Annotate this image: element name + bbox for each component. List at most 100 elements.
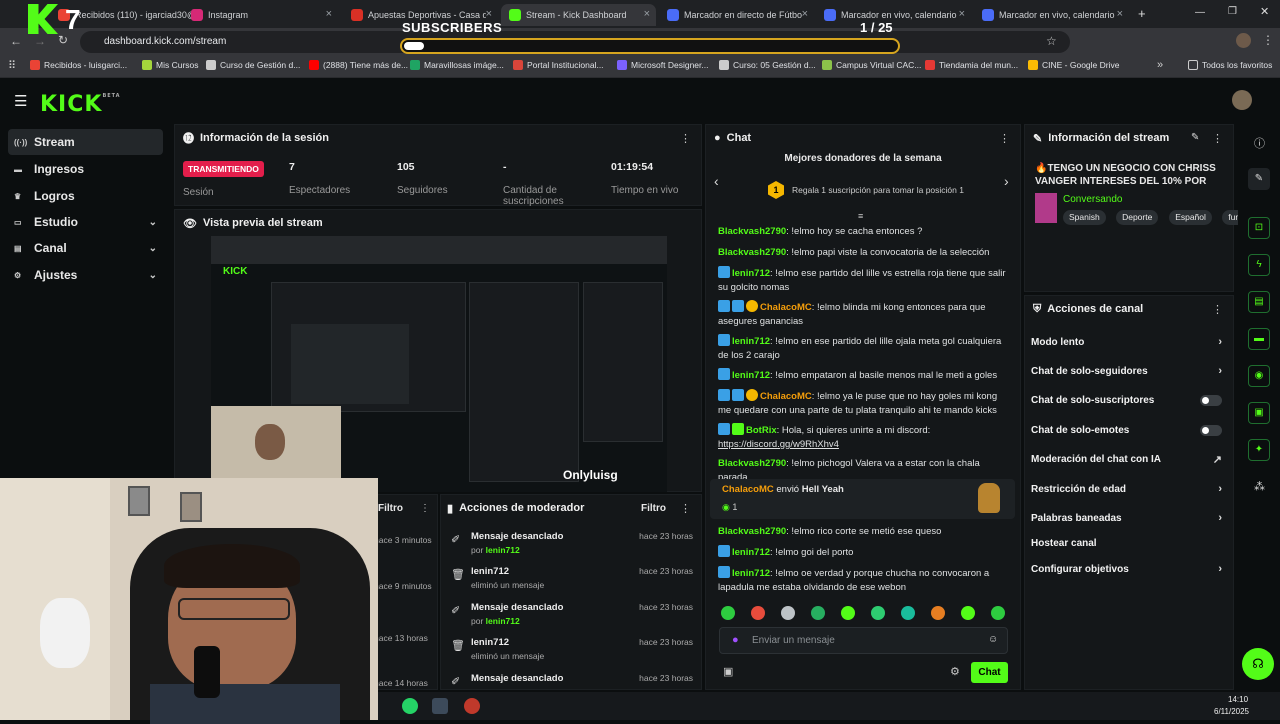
donors-next-icon[interactable]: ›	[1004, 173, 1009, 189]
emote-icon[interactable]	[991, 606, 1005, 620]
edit-pencil-icon[interactable]: ✎	[1191, 132, 1199, 143]
bookmark-item[interactable]: Recibidos - luisgarci...	[30, 60, 127, 70]
chat-username[interactable]: lenin712	[732, 370, 770, 381]
emote-icon[interactable]	[781, 606, 795, 620]
emote-icon[interactable]	[751, 606, 765, 620]
chat-username[interactable]: ChalacoMC	[760, 302, 812, 313]
tab-close-icon[interactable]: ×	[1117, 8, 1123, 20]
emote-icon[interactable]	[721, 606, 735, 620]
channel-action-item[interactable]: Moderación del chat con IA ↗	[1031, 450, 1226, 468]
channel-action-item[interactable]: Restricción de edad ›	[1031, 480, 1226, 498]
chat-username[interactable]: BotRix	[746, 425, 777, 436]
channel-action-item[interactable]: Chat de solo-seguidores ›	[1031, 362, 1226, 380]
sidebar-item-stream[interactable]: ((·)) Stream	[8, 129, 163, 155]
chat-username[interactable]: lenin712	[732, 568, 770, 579]
apps-grid-icon[interactable]: ⠿	[8, 59, 16, 72]
close-window-icon[interactable]: ✕	[1260, 5, 1269, 18]
emote-icon[interactable]	[931, 606, 945, 620]
taskbar-record-icon[interactable]	[464, 698, 480, 714]
browser-tab[interactable]: Marcador en vivo, calendario y ×	[816, 4, 971, 26]
chat-username[interactable]: Blackvash2790	[718, 526, 786, 537]
channel-actions-kebab-icon[interactable]: ⋮	[1212, 303, 1223, 316]
browser-tab[interactable]: Stream - Kick Dashboard ×	[501, 4, 656, 26]
user-avatar[interactable]	[1232, 90, 1252, 110]
rail-wrench-icon[interactable]: ✦	[1248, 439, 1270, 461]
stream-tag[interactable]: Español	[1169, 210, 1212, 225]
bookmark-item[interactable]: Mis Cursos	[142, 60, 199, 70]
moderator-row-user[interactable]: lenin712	[486, 616, 520, 626]
channel-action-item[interactable]: Modo lento ›	[1031, 333, 1226, 351]
all-favorites[interactable]: Todos los favoritos	[1188, 60, 1272, 70]
sidebar-item-ajustes[interactable]: ⚙ Ajustes ⌄	[8, 262, 163, 288]
chat-link[interactable]: https://discord.gg/w9RhXhv4	[718, 439, 839, 450]
gift-box-icon[interactable]: ▣	[723, 665, 733, 678]
emote-icon[interactable]	[811, 606, 825, 620]
category-name[interactable]: Conversando	[1063, 194, 1122, 205]
channel-action-item[interactable]: Chat de solo-suscriptores	[1031, 391, 1226, 409]
rail-broadcast-icon[interactable]: ◉	[1248, 365, 1270, 387]
back-icon[interactable]: ←	[10, 34, 22, 48]
chat-username[interactable]: Blackvash2790	[718, 226, 786, 237]
stream-preview-video[interactable]: KICK Onlyluisg	[211, 236, 667, 492]
rail-chat-icon[interactable]: ▬	[1248, 328, 1270, 350]
rail-info-icon[interactable]: ⓘ	[1254, 135, 1265, 151]
whatsapp-icon[interactable]	[402, 698, 418, 714]
toggle-switch[interactable]	[1200, 394, 1222, 406]
scroll-pin-icon[interactable]: ≡	[858, 211, 863, 221]
bookmark-item[interactable]: Curso de Gestión d...	[206, 60, 300, 70]
bookmark-item[interactable]: Curso: 05 Gestión d...	[719, 60, 816, 70]
chat-send-button[interactable]: Chat	[971, 662, 1008, 683]
tab-close-icon[interactable]: ×	[486, 8, 492, 20]
moderator-kebab-icon[interactable]: ⋮	[680, 502, 691, 515]
chat-username[interactable]: lenin712	[732, 268, 770, 279]
chat-username[interactable]: ChalacoMC	[760, 391, 812, 402]
sidebar-item-estudio[interactable]: ▭ Estudio ⌄	[8, 209, 163, 235]
bookmark-item[interactable]: Maravillosas imáge...	[410, 60, 504, 70]
channel-action-item[interactable]: Palabras baneadas ›	[1031, 509, 1226, 527]
bookmark-item[interactable]: CINE - Google Drive	[1028, 60, 1119, 70]
hamburger-menu-icon[interactable]: ☰	[14, 92, 27, 110]
browser-tab[interactable]: Marcador en directo de Fútbol ×	[659, 4, 814, 26]
rail-share-icon[interactable]: ⁂	[1254, 480, 1265, 493]
stream-info-kebab-icon[interactable]: ⋮	[1212, 132, 1223, 145]
chat-username[interactable]: Blackvash2790	[718, 458, 786, 469]
chat-username[interactable]: lenin712	[732, 547, 770, 558]
browser-tab[interactable]: Marcador en vivo, calendario y ×	[974, 4, 1129, 26]
emoji-icon[interactable]: ☺	[988, 634, 998, 645]
forward-icon[interactable]: →	[34, 34, 46, 48]
chat-settings-icon[interactable]: ⚙	[950, 665, 960, 678]
channel-action-item[interactable]: Hostear canal	[1031, 534, 1226, 552]
tab-close-icon[interactable]: ×	[644, 8, 650, 20]
emote-icon[interactable]	[871, 606, 885, 620]
more-bookmarks-icon[interactable]: »	[1157, 59, 1163, 71]
rail-clip-icon[interactable]: ⊡	[1248, 217, 1270, 239]
chat-username[interactable]: lenin712	[732, 336, 770, 347]
new-tab-icon[interactable]: +	[1138, 6, 1146, 21]
minimize-icon[interactable]: —	[1195, 7, 1205, 18]
taskbar-app-icon[interactable]	[432, 698, 448, 714]
chat-kebab-icon[interactable]: ⋮	[999, 132, 1010, 145]
sidebar-item-ingresos[interactable]: ▬ Ingresos	[8, 156, 163, 182]
channel-action-item[interactable]: Chat de solo-emotes	[1031, 421, 1226, 439]
rail-file-icon[interactable]: ▤	[1248, 291, 1270, 313]
microphone-icon[interactable]: ●	[732, 634, 739, 646]
kick-logo[interactable]: KICKBETA	[40, 92, 121, 117]
emote-icon[interactable]	[961, 606, 975, 620]
tab-close-icon[interactable]: ×	[802, 8, 808, 20]
bookmark-item[interactable]: Microsoft Designer...	[617, 60, 708, 70]
maximize-icon[interactable]: ❐	[1228, 6, 1237, 17]
chat-input[interactable]: ● Enviar un mensaje ☺	[719, 627, 1008, 654]
rail-lightning-icon[interactable]: ϟ	[1248, 254, 1270, 276]
channel-action-item[interactable]: Configurar objetivos ›	[1031, 560, 1226, 578]
stream-tag[interactable]: Spanish	[1063, 210, 1106, 225]
filter-kebab-icon[interactable]: ⋮	[420, 503, 430, 514]
bookmark-item[interactable]: Campus Virtual CAC...	[822, 60, 921, 70]
moderator-row-user[interactable]: lenin712	[486, 545, 520, 555]
tab-close-icon[interactable]: ×	[326, 8, 332, 20]
bookmark-item[interactable]: Tiendamia del mun...	[925, 60, 1018, 70]
moderator-filter-button[interactable]: Filtro	[641, 503, 666, 514]
chat-username[interactable]: Blackvash2790	[718, 247, 786, 258]
bookmark-star-icon[interactable]: ☆	[1046, 34, 1057, 48]
session-kebab-icon[interactable]: ⋮	[680, 132, 691, 145]
category-thumbnail[interactable]	[1035, 193, 1057, 223]
